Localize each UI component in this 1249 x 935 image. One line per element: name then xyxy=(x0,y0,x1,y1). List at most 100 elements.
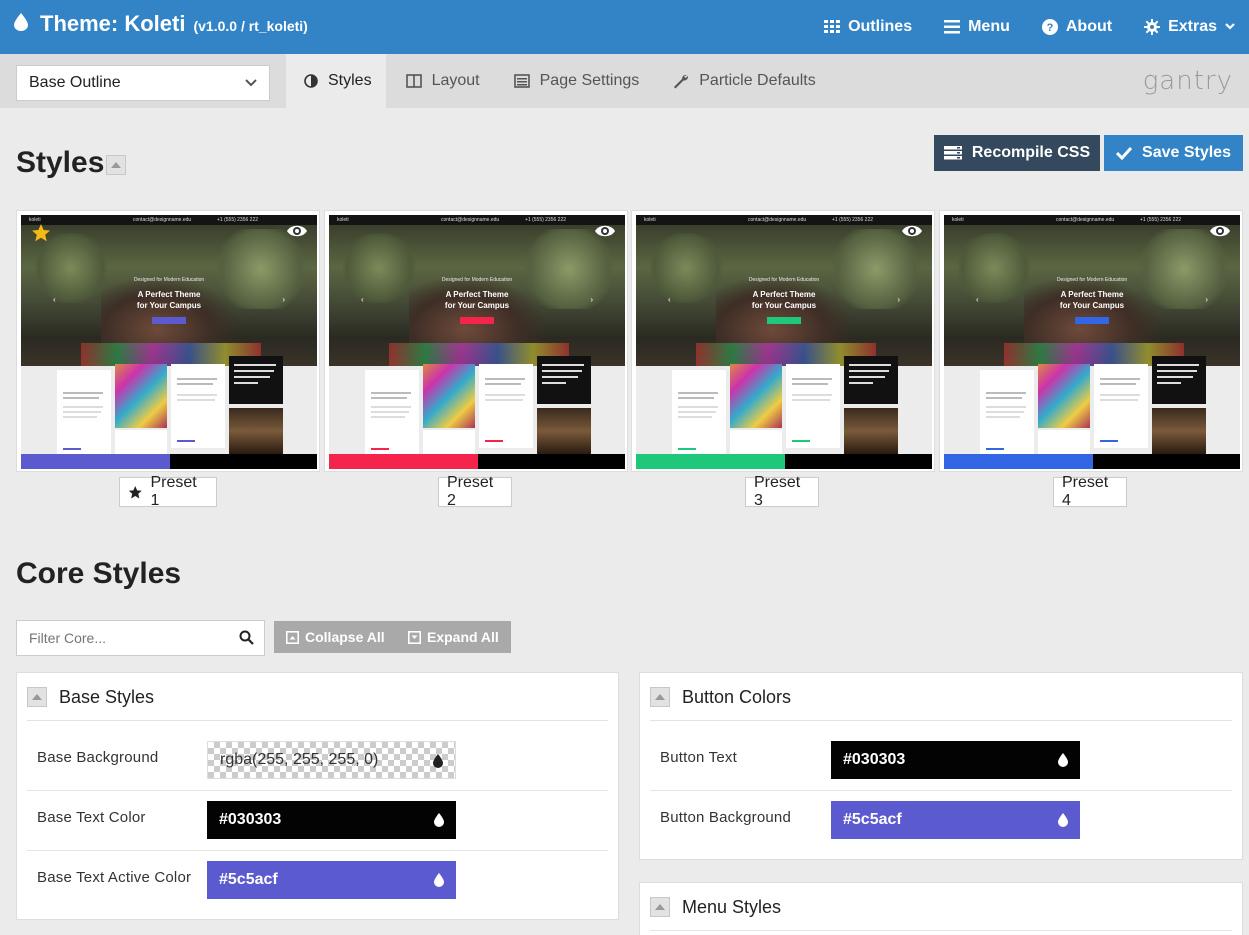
preset-card-3[interactable]: koleti contact@designname.edu +1 (555) 2… xyxy=(631,210,935,472)
thumb-headline: A Perfect Theme for Your Campus xyxy=(636,289,932,311)
base-text-color-label: Base Text Color xyxy=(37,809,146,826)
thumb-quote-card xyxy=(844,356,898,404)
preset-label-1[interactable]: Preset 1 xyxy=(119,474,217,509)
button-background-color-picker[interactable]: #5c5acf xyxy=(831,801,1080,839)
thumb-arrow-right-icon: › xyxy=(590,295,593,304)
tab-layout[interactable]: Layout xyxy=(388,54,494,108)
thumb-line xyxy=(234,364,276,366)
droplet-icon xyxy=(434,813,444,827)
recompile-css-label: Recompile CSS xyxy=(971,144,1091,161)
nav-outlines-label: Outlines xyxy=(848,18,913,35)
star-icon xyxy=(32,224,50,242)
sub-bar: Base Outline Styles Layout Page Settings… xyxy=(0,54,1249,108)
eye-icon[interactable] xyxy=(595,224,615,238)
thumb-hero: Designed for Modern Education A Perfect … xyxy=(21,225,317,366)
thumb-arrow-left-icon: ‹ xyxy=(361,295,364,304)
preset-label-2[interactable]: Preset 2 xyxy=(438,474,512,509)
preset-card-4[interactable]: koleti contact@designname.edu +1 (555) 2… xyxy=(939,210,1243,472)
base-styles-collapse-button[interactable] xyxy=(27,687,47,707)
thumb-text-card xyxy=(672,370,726,454)
tab-particle-defaults[interactable]: Particle Defaults xyxy=(655,54,830,108)
thumb-nav-phone: +1 (555) 2356 222 xyxy=(525,217,567,223)
thumb-hero: Designed for Modern Education A Perfect … xyxy=(636,225,932,366)
nav-menu-label: Menu xyxy=(968,18,1010,35)
expand-all-button[interactable]: Expand All xyxy=(396,621,511,653)
save-styles-button[interactable]: Save Styles xyxy=(1104,135,1243,171)
thumb-cards xyxy=(636,356,932,454)
button-colors-collapse-button[interactable] xyxy=(650,687,670,707)
eye-icon[interactable] xyxy=(902,224,922,238)
thumb-dark-bar xyxy=(478,454,625,469)
thumb-line xyxy=(986,397,1022,399)
wrench-icon xyxy=(674,74,689,89)
eye-icon[interactable] xyxy=(1210,224,1230,238)
base-styles-panel: Base Styles Base Background rgba(255, 25… xyxy=(16,672,619,920)
thumb-read-more-line xyxy=(485,440,503,442)
nav-outlines[interactable]: Outlines xyxy=(824,18,912,36)
thumb-avatar-card xyxy=(115,430,167,454)
columns-icon xyxy=(405,74,422,88)
filter-core-field[interactable] xyxy=(16,620,265,656)
thumb-nav-phone: +1 (555) 2356 222 xyxy=(1140,217,1182,223)
tab-page-settings-label: Page Settings xyxy=(539,72,640,89)
thumb-arrow-right-icon: › xyxy=(1205,295,1208,304)
thumb-cards xyxy=(944,356,1240,454)
thumb-dark-bar xyxy=(1093,454,1240,469)
eye-icon[interactable] xyxy=(287,224,307,238)
menu-styles-title: Menu Styles xyxy=(682,897,782,917)
button-colors-panel: Button Colors Button Text #030303 Button… xyxy=(639,672,1243,860)
theme-brand: Theme: Koleti (v1.0.0 / rt_koleti) xyxy=(14,11,308,37)
thumb-cta-button xyxy=(460,317,494,324)
base-background-label: Base Background xyxy=(37,749,159,766)
tab-page-settings[interactable]: Page Settings xyxy=(496,54,654,108)
thumb-nav-phone: +1 (555) 2356 222 xyxy=(832,217,874,223)
preset-card-1[interactable]: koleti contact@designname.edu +1 (555) 2… xyxy=(16,210,320,472)
thumb-arrow-left-icon: ‹ xyxy=(668,295,671,304)
nav-about[interactable]: ? About xyxy=(1041,18,1112,36)
base-text-color-picker[interactable]: #030303 xyxy=(207,801,456,839)
server-icon xyxy=(943,146,962,160)
preset-label-4[interactable]: Preset 4 xyxy=(1053,474,1127,509)
thumb-avatar-card xyxy=(423,430,475,454)
menu-styles-collapse-button[interactable] xyxy=(650,897,670,917)
preset-card-2[interactable]: koleti contact@designname.edu +1 (555) 2… xyxy=(324,210,628,472)
thumb-line xyxy=(792,399,830,401)
thumb-headline-1: A Perfect Theme xyxy=(1060,290,1124,299)
filter-core-input[interactable] xyxy=(17,621,227,655)
thumb-line xyxy=(678,392,718,394)
thumb-line xyxy=(542,376,578,378)
button-text-row: Button Text #030303 xyxy=(650,731,1232,791)
core-styles-heading: Core Styles xyxy=(16,557,182,590)
collapse-all-button[interactable]: Collapse All xyxy=(274,621,397,653)
button-background-label: Button Background xyxy=(660,809,791,826)
thumb-headline-2: for Your Campus xyxy=(1059,301,1125,310)
button-text-color-picker[interactable]: #030303 xyxy=(831,741,1080,779)
base-background-color-picker[interactable]: rgba(255, 255, 255, 0) xyxy=(207,741,456,779)
preset-label-text: Preset 4 xyxy=(1062,474,1109,509)
nav-extras[interactable]: Extras xyxy=(1144,18,1235,36)
preset-label-3[interactable]: Preset 3 xyxy=(745,474,819,509)
tab-styles[interactable]: Styles xyxy=(286,54,386,108)
thumb-line xyxy=(986,392,1026,394)
recompile-css-button[interactable]: Recompile CSS xyxy=(934,135,1100,171)
thumb-line xyxy=(1157,364,1199,366)
outline-select[interactable]: Base Outline xyxy=(16,65,270,101)
menu-styles-panel: Menu Styles xyxy=(639,882,1243,935)
thumb-image-card xyxy=(423,364,475,428)
thumb-text-card xyxy=(980,370,1034,454)
nav-menu[interactable]: Menu xyxy=(944,18,1010,36)
star-icon xyxy=(128,485,142,498)
thumb-headline-1: A Perfect Theme xyxy=(137,290,201,299)
preset-label-text: Preset 1 xyxy=(150,474,197,509)
gantry-logo: gantry xyxy=(1142,66,1233,96)
thumb-building-card xyxy=(844,408,898,454)
thumb-nav: koleti contact@designname.edu +1 (555) 2… xyxy=(944,215,1240,225)
thumb-line xyxy=(177,399,215,401)
thumb-line xyxy=(1157,370,1197,372)
base-text-active-color-label: Base Text Active Color xyxy=(37,869,192,886)
thumb-nav-email: contact@designname.edu xyxy=(441,217,500,223)
thumb-building-card xyxy=(537,408,591,454)
base-text-active-color-picker[interactable]: #5c5acf xyxy=(207,861,456,899)
styles-collapse-button[interactable] xyxy=(106,155,126,175)
thumb-avatar-card xyxy=(730,430,782,454)
